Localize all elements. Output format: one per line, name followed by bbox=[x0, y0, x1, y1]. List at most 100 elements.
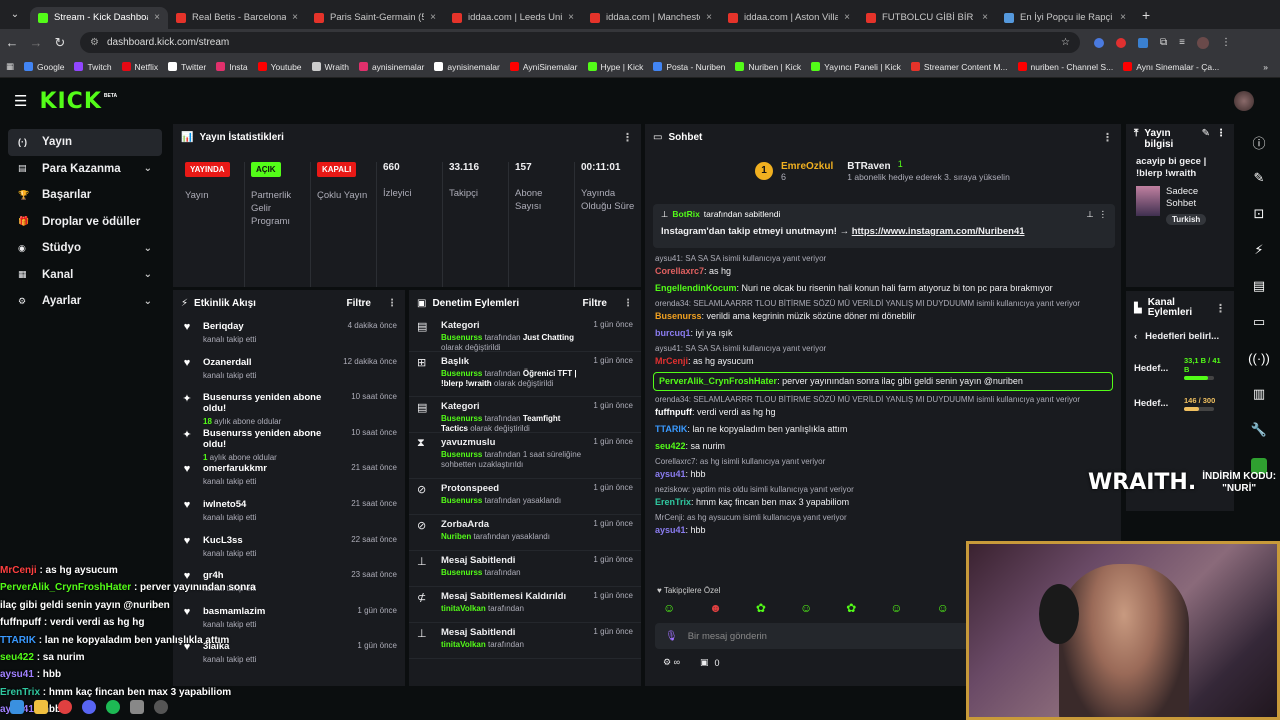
language-tag[interactable]: Turkish bbox=[1166, 214, 1207, 225]
chat-message[interactable]: aysu41: hbb bbox=[645, 466, 1121, 483]
moderation-item[interactable]: ⧗ yavuzmuslu Busenurss tarafından 1 saat s… bbox=[409, 433, 641, 479]
chat-username[interactable]: aysu41 bbox=[655, 525, 686, 535]
extension-icon[interactable] bbox=[1094, 37, 1104, 48]
user-avatar[interactable] bbox=[1234, 91, 1254, 111]
forward-icon[interactable]: → bbox=[24, 35, 48, 50]
activity-item[interactable]: ♥ Ozanerdall kanalı takip etti 12 dakika ön… bbox=[173, 352, 405, 388]
bookmark-item[interactable]: Yayıncı Paneli | Kick bbox=[811, 62, 901, 72]
chrome-icon[interactable] bbox=[58, 700, 72, 714]
sidebar-item[interactable]: 🏆 Başarılar bbox=[8, 182, 162, 209]
bookmark-item[interactable]: Twitter bbox=[168, 62, 206, 72]
spotify-icon[interactable] bbox=[106, 700, 120, 714]
activity-item[interactable]: ♥ iwlneto54 kanalı takip etti 21 saat önce bbox=[173, 494, 405, 530]
moderation-item[interactable]: ⊥ Mesaj Sabitlendi Busenurss tarafından 1 g… bbox=[409, 551, 641, 587]
moderation-item[interactable]: ▤ Kategori Busenurss tarafından Teamfight … bbox=[409, 397, 641, 433]
crop-icon[interactable]: ⊡ bbox=[1237, 196, 1280, 232]
emote-icon[interactable]: ☺ bbox=[890, 601, 902, 615]
chat-message[interactable]: EngellendinKocum: Nuri ne olcak bu risen… bbox=[645, 280, 1121, 297]
chat-username[interactable]: Busenurss bbox=[655, 311, 702, 321]
browser-tab[interactable]: Paris Saint-Germain (5-0) × bbox=[306, 7, 444, 29]
chat-message[interactable]: PerverAlik_CrynFroshHater: perver yayını… bbox=[653, 372, 1113, 391]
chat-username[interactable]: fuffnpuff bbox=[655, 407, 692, 417]
sidebar-item[interactable]: ▦ Kanal ⌄ bbox=[8, 262, 162, 289]
browser-tab[interactable]: Stream - Kick Dashboard × bbox=[30, 6, 168, 29]
goal-item[interactable]: Hedef... 33,1 B / 41 B bbox=[1126, 348, 1234, 388]
bookmark-star-icon[interactable]: ☆ bbox=[1061, 37, 1070, 48]
bookmark-item[interactable]: Insta bbox=[216, 62, 248, 72]
hamburger-icon[interactable]: ☰ bbox=[14, 92, 27, 110]
bookmark-item[interactable]: Posta - Nuriben bbox=[653, 62, 725, 72]
lightning-icon[interactable]: ⚡ bbox=[1237, 232, 1280, 268]
media-icon[interactable]: ≡ bbox=[1179, 37, 1185, 48]
filter-button[interactable]: Filtre bbox=[583, 298, 607, 309]
browser-tab[interactable]: iddaa.com | Leeds United × bbox=[444, 7, 582, 29]
bookmark-item[interactable]: aynisinemalar bbox=[358, 62, 424, 72]
bookmark-item[interactable]: Netflix bbox=[121, 62, 158, 72]
bookmark-item[interactable]: Wraith bbox=[311, 62, 349, 72]
close-icon[interactable]: × bbox=[982, 12, 988, 23]
chat-username[interactable]: Corellaxrc7 bbox=[655, 266, 704, 276]
more-bookmarks-icon[interactable]: » bbox=[1263, 62, 1268, 72]
app-icon[interactable] bbox=[130, 700, 144, 714]
bookmark-item[interactable]: Hype | Kick bbox=[587, 62, 643, 72]
more-icon[interactable]: ⋮ bbox=[622, 131, 633, 144]
sidebar-item[interactable]: ◉ Stüdyo ⌄ bbox=[8, 235, 162, 262]
app-icon[interactable] bbox=[154, 700, 168, 714]
chat-bubble-icon[interactable]: ▭ bbox=[1237, 304, 1280, 340]
sidebar-item[interactable]: ▤ Para Kazanma ⌄ bbox=[8, 156, 162, 183]
more-icon[interactable]: ⋮ bbox=[623, 298, 633, 309]
chat-username[interactable]: MrCenji bbox=[655, 356, 688, 366]
bookmark-item[interactable]: nuriben - Channel S... bbox=[1017, 62, 1113, 72]
settings-icon[interactable]: ⚙ ∞ bbox=[663, 657, 680, 668]
emote-icon[interactable]: ✿ bbox=[846, 601, 856, 615]
chat-message[interactable]: aysu41: hbb bbox=[645, 522, 1121, 539]
storage-icon[interactable]: ▥ bbox=[1237, 376, 1280, 412]
close-icon[interactable]: × bbox=[706, 12, 712, 23]
bookmark-item[interactable]: Youtube bbox=[257, 62, 302, 72]
chat-message[interactable]: Corellaxrc7: as hg bbox=[645, 263, 1121, 280]
bookmark-item[interactable]: AyniSinemalar bbox=[509, 62, 578, 72]
activity-item[interactable]: ♥ Beriqday kanalı takip etti 4 dakika önce bbox=[173, 316, 405, 352]
windows-icon[interactable] bbox=[10, 700, 24, 714]
document-icon[interactable]: ▤ bbox=[1237, 268, 1280, 304]
chat-message[interactable]: Busenurss: verildi ama kegrinin müzik sö… bbox=[645, 308, 1121, 325]
bookmark-item[interactable]: Google bbox=[24, 62, 64, 72]
puzzle-icon[interactable]: ⧉ bbox=[1160, 37, 1167, 48]
back-chevron-icon[interactable]: ‹ bbox=[1134, 331, 1137, 342]
activity-item[interactable]: ✦ Busenurss yeniden abone oldu! 18 aylık a… bbox=[173, 387, 405, 426]
points-icon[interactable]: ▣ bbox=[700, 657, 709, 668]
chevron-down-icon[interactable]: ⌄ bbox=[144, 269, 152, 280]
chevron-down-icon[interactable]: ⌄ bbox=[144, 163, 152, 174]
discord-icon[interactable] bbox=[82, 700, 96, 714]
extension-icon[interactable] bbox=[1138, 37, 1148, 48]
chat-message[interactable]: seu422: sa nurim bbox=[645, 438, 1121, 455]
reload-icon[interactable]: ↻ bbox=[48, 35, 72, 51]
more-icon[interactable]: ⋮ bbox=[1216, 128, 1226, 139]
bookmark-item[interactable]: Streamer Content M... bbox=[910, 62, 1008, 72]
pencil-icon[interactable]: ✎ bbox=[1237, 160, 1280, 196]
chat-username[interactable]: aysu41 bbox=[655, 469, 686, 479]
chat-message[interactable]: burcuq1: iyi ya ışık bbox=[645, 325, 1121, 342]
more-icon[interactable]: ⋮ bbox=[1102, 131, 1113, 144]
moderation-item[interactable]: ⊘ Protonspeed Busenurss tarafından yasakla… bbox=[409, 479, 641, 515]
close-icon[interactable]: × bbox=[292, 12, 298, 23]
new-tab-button[interactable]: + bbox=[1142, 7, 1150, 23]
unpin-icon[interactable]: ⊥ ⋮ bbox=[1086, 209, 1107, 220]
close-icon[interactable]: × bbox=[568, 12, 574, 23]
activity-item[interactable]: ♥ KucL3ss kanalı takip etti 22 saat önce bbox=[173, 530, 405, 566]
sidebar-item[interactable]: ⚙ Ayarlar ⌄ bbox=[8, 288, 162, 315]
bookmark-item[interactable]: aynisinemalar bbox=[434, 62, 500, 72]
bookmark-item[interactable]: Nuriben | Kick bbox=[735, 62, 801, 72]
sidebar-item[interactable]: (·) Yayın bbox=[8, 129, 162, 156]
browser-tab[interactable]: iddaa.com | Manchester C × bbox=[582, 7, 720, 29]
profile-avatar[interactable] bbox=[1196, 36, 1209, 49]
close-icon[interactable]: × bbox=[844, 12, 850, 23]
emote-icon[interactable]: ☺ bbox=[663, 601, 675, 615]
emote-icon[interactable]: ☺ bbox=[937, 601, 949, 615]
browser-tab[interactable]: FUTBOLCU GİBİ BİR GÜN × bbox=[858, 7, 996, 29]
broadcast-icon[interactable]: ((·)) bbox=[1237, 340, 1280, 376]
chat-username[interactable]: burcuq1 bbox=[655, 328, 691, 338]
chat-message[interactable]: fuffnpuff: verdi verdi as hg hg bbox=[645, 404, 1121, 421]
browser-tab[interactable]: En İyi Popçu ile Rapçi Dü × bbox=[996, 7, 1134, 29]
apps-icon[interactable]: ▦ bbox=[6, 61, 14, 72]
